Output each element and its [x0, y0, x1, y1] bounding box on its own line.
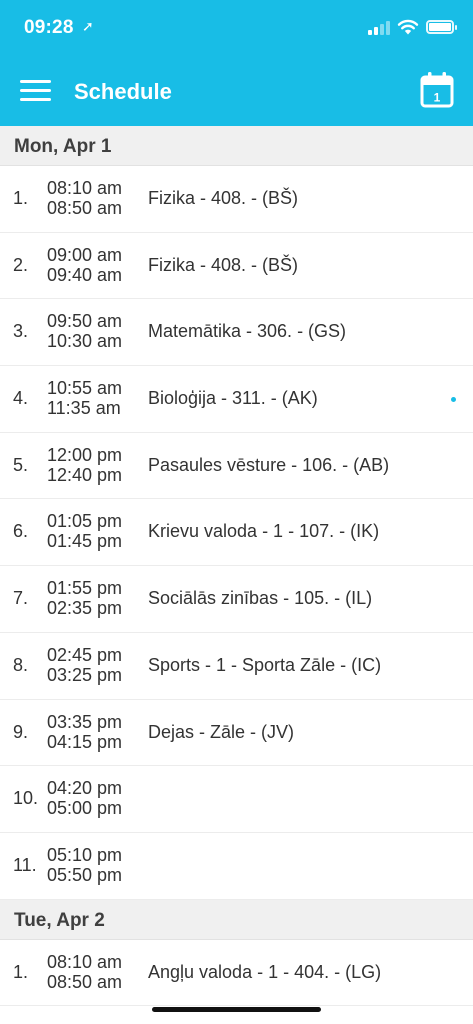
lesson-end-time: 09:40 am	[47, 264, 123, 285]
lesson-start-time: 05:10 pm	[47, 844, 123, 865]
lesson-end-time: 08:50 am	[47, 198, 123, 218]
lesson-start-time: 04:20 pm	[47, 778, 123, 799]
lesson-end-time: 12:40 pm	[47, 464, 123, 485]
lesson-row[interactable]: 2. 09:00 am 09:40 am Fizika - 408. - (BŠ)	[0, 232, 473, 300]
lesson-number: 10.	[13, 788, 39, 809]
lesson-end-time: 01:45 pm	[47, 531, 123, 552]
lesson-number: 8.	[13, 654, 29, 675]
lesson-subject: Fizika - 408. - (BŠ)	[148, 254, 299, 275]
lesson-times: 03:35 pm 04:15 pm	[47, 712, 122, 752]
lesson-subject: Angļu valoda - 1 - 404. - (LG)	[148, 961, 382, 982]
lesson-row[interactable]: 8. 02:45 pm 03:25 pm Sports - 1 - Sporta Zā…	[0, 632, 473, 700]
location-arrow-icon: ➚	[82, 18, 94, 34]
lesson-number: 3.	[13, 321, 29, 342]
lesson-start-time: 08:10 am	[47, 178, 123, 198]
lesson-row[interactable]: 6. 01:05 pm 01:45 pm Krievu valoda - 1 - 10…	[0, 499, 473, 567]
lesson-times: 01:55 pm 02:35 pm	[47, 578, 122, 618]
status-time: 09:28	[24, 17, 74, 38]
lesson-row[interactable]: 1. 08:10 am 08:50 am Fizika - 408. - (BŠ)	[0, 166, 473, 233]
lesson-subject: Matemātika - 306. - (GS)	[148, 321, 347, 342]
lesson-times: 01:05 pm 01:45 pm	[47, 511, 122, 551]
lesson-number: 5.	[13, 454, 29, 475]
lesson-times: 08:10 am 08:50 am	[47, 952, 122, 992]
lesson-subject: Fizika - 408. - (BŠ)	[148, 188, 299, 208]
battery-icon	[426, 20, 457, 34]
lesson-number: 6.	[13, 521, 29, 542]
page-title: Schedule	[74, 79, 172, 104]
lesson-times: 05:10 pm 05:50 pm	[47, 845, 122, 885]
lesson-end-time: 05:00 pm	[47, 798, 123, 819]
lesson-number: 1.	[13, 961, 29, 982]
lesson-row[interactable]: 7. 01:55 pm 02:35 pm Sociālās zinības - 105…	[0, 566, 473, 633]
lesson-subject: Pasaules vēsture - 106. - (AB)	[148, 454, 390, 475]
lesson-row[interactable]: 4. 10:55 am 11:35 am Bioloģija - 311. - (AK…	[0, 366, 473, 433]
lesson-times: 09:00 am 09:40 am	[47, 245, 122, 285]
lesson-start-time: 01:05 pm	[47, 511, 123, 532]
home-indicator	[152, 1007, 321, 1012]
calendar-today-icon[interactable]: 1	[420, 72, 454, 108]
lesson-row[interactable]: 10. 04:20 pm 05:00 pm	[0, 766, 473, 833]
lesson-end-time: 02:35 pm	[47, 598, 123, 619]
lesson-number: 9.	[13, 721, 29, 742]
schedule-list[interactable]: Mon, Apr 1 1. 08:10 am 08:50 am Fizika - 408…	[0, 126, 473, 1007]
calendar-day-number: 1	[434, 91, 441, 105]
lesson-subject: Bioloģija - 311. - (AK)	[148, 388, 318, 409]
lesson-times: 12:00 pm 12:40 pm	[47, 445, 122, 485]
lesson-start-time: 03:35 pm	[47, 711, 123, 732]
lesson-end-time: 03:25 pm	[47, 664, 123, 685]
lesson-times: 10:55 am 11:35 am	[47, 378, 122, 418]
lesson-start-time: 09:00 am	[47, 244, 123, 265]
lesson-end-time: 10:30 am	[47, 331, 123, 352]
lesson-end-time: 04:15 pm	[47, 731, 123, 752]
lesson-row[interactable]: 9. 03:35 pm 04:15 pm Dejas - Zāle - (JV)	[0, 699, 473, 767]
lesson-times: 08:10 am 08:50 am	[47, 178, 122, 218]
lesson-subject: Sociālās zinības - 105. - (IL)	[148, 588, 373, 609]
lesson-times: 04:20 pm 05:00 pm	[47, 778, 122, 818]
lesson-start-time: 01:55 pm	[47, 578, 123, 599]
day-header: Mon, Apr 1	[0, 126, 473, 166]
lesson-number: 2.	[13, 254, 29, 275]
lesson-subject: Krievu valoda - 1 - 107. - (IK)	[148, 521, 380, 542]
cellular-signal-icon	[368, 21, 392, 35]
lesson-start-time: 08:10 am	[47, 951, 123, 972]
lesson-start-time: 09:50 am	[47, 311, 123, 332]
app-bar: 09:28 ➚ Schedule 1	[0, 0, 473, 126]
lesson-row[interactable]: 11. 05:10 pm 05:50 pm	[0, 832, 473, 900]
status-bar: 09:28 ➚	[0, 0, 473, 58]
lesson-subject: Sports - 1 - Sporta Zāle - (IC)	[148, 654, 382, 675]
lesson-end-time: 08:50 am	[47, 971, 123, 992]
current-lesson-indicator	[451, 397, 456, 403]
lesson-number: 7.	[13, 588, 29, 609]
lesson-start-time: 12:00 pm	[47, 444, 123, 465]
lesson-row[interactable]: 5. 12:00 pm 12:40 pm Pasaules vēsture - 106…	[0, 432, 473, 500]
lesson-end-time: 11:35 am	[47, 398, 121, 419]
lesson-number: 11.	[13, 854, 37, 875]
lesson-row[interactable]: 3. 09:50 am 10:30 am Matemātika - 306. - (G…	[0, 299, 473, 367]
lesson-number: 4.	[13, 388, 29, 409]
lesson-times: 09:50 am 10:30 am	[47, 311, 122, 351]
lesson-subject: Dejas - Zāle - (JV)	[148, 721, 295, 742]
day-header: Tue, Apr 2	[0, 899, 473, 940]
lesson-start-time: 10:55 am	[47, 378, 123, 399]
lesson-row[interactable]: 1. 08:10 am 08:50 am Angļu valoda - 1 - 404…	[0, 939, 473, 1007]
lesson-start-time: 02:45 pm	[47, 644, 123, 665]
wifi-icon	[397, 19, 419, 35]
lesson-number: 1.	[13, 188, 29, 208]
lesson-times: 02:45 pm 03:25 pm	[47, 645, 122, 685]
lesson-end-time: 05:50 pm	[47, 864, 123, 885]
hamburger-menu-icon[interactable]	[20, 80, 51, 102]
